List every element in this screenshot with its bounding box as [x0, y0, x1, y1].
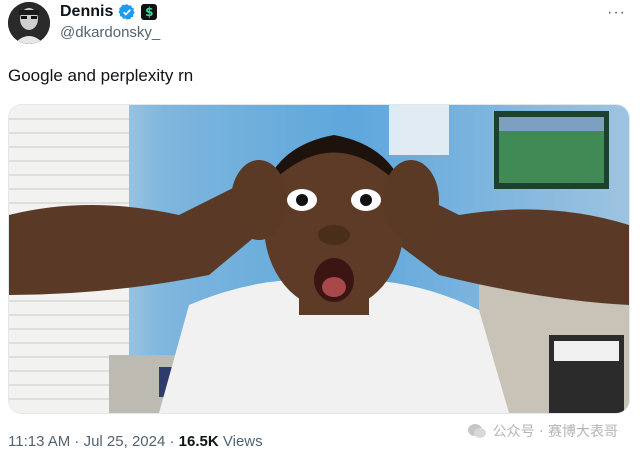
avatar-image: [8, 2, 50, 44]
meme-photo: [9, 105, 629, 413]
author-row: Dennis $: [60, 3, 158, 21]
verified-badge-icon: [118, 4, 135, 20]
watermark: 公众号 · 赛博大表哥: [467, 421, 618, 441]
watermark-text: 公众号 · 赛博大表哥: [492, 424, 618, 440]
more-options-icon[interactable]: ···: [607, 4, 626, 22]
tweet-meta: 11:13 AM · Jul 25, 2024 · 16.5K Views: [8, 433, 263, 450]
views-label: Views: [222, 433, 263, 450]
views-count: 16.5K: [178, 433, 219, 450]
tweet-text: Google and perplexity rn: [8, 66, 194, 85]
wechat-icon: [467, 424, 486, 438]
avatar[interactable]: [8, 2, 50, 44]
timestamp[interactable]: 11:13 AM · Jul 25, 2024 ·: [8, 433, 175, 450]
tweet-media[interactable]: [8, 104, 630, 414]
display-name[interactable]: Dennis: [60, 3, 113, 21]
user-handle[interactable]: @dkardonsky_: [60, 24, 160, 41]
affiliate-badge-icon: $: [141, 4, 158, 20]
